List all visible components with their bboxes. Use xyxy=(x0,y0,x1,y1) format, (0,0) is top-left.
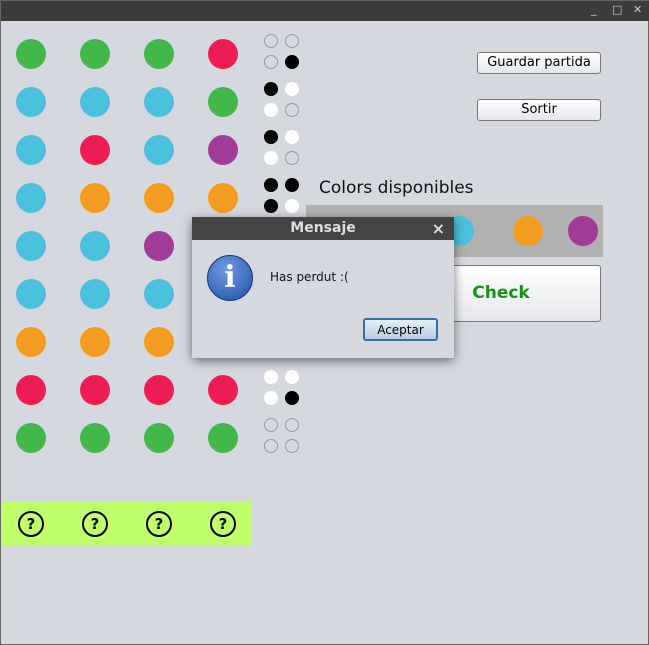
available-colors-title: Colors disponibles xyxy=(319,178,474,198)
guess-peg-cyan xyxy=(16,135,46,165)
guess-peg-cyan xyxy=(80,231,110,261)
feedback-peg-empty xyxy=(285,34,299,48)
guess-peg-green xyxy=(16,423,46,453)
guess-peg-orange xyxy=(80,327,110,357)
title-bar: _ □ ✕ xyxy=(1,1,649,21)
feedback-peg-black xyxy=(264,199,278,213)
guess-peg-orange xyxy=(144,327,174,357)
guess-peg-cyan xyxy=(16,183,46,213)
feedback-peg-empty xyxy=(285,151,299,165)
feedback-peg-empty xyxy=(264,55,278,69)
feedback-peg-empty xyxy=(285,418,299,432)
hidden-peg: ? xyxy=(146,511,172,537)
guess-peg-cyan xyxy=(144,279,174,309)
feedback-peg-white xyxy=(285,82,299,96)
guess-peg-cyan xyxy=(16,87,46,117)
dialog-title: Mensaje xyxy=(290,220,356,236)
guess-peg-orange xyxy=(144,183,174,213)
guess-peg-purple xyxy=(208,135,238,165)
info-icon: i xyxy=(207,255,253,301)
guess-peg-orange xyxy=(16,327,46,357)
close-window-button[interactable]: ✕ xyxy=(633,3,642,16)
dialog-close-button[interactable]: × xyxy=(432,217,445,240)
feedback-peg-black xyxy=(264,130,278,144)
guess-peg-green xyxy=(80,423,110,453)
guess-peg-red xyxy=(144,375,174,405)
hidden-peg: ? xyxy=(210,511,236,537)
guess-peg-green xyxy=(208,423,238,453)
feedback-peg-white xyxy=(264,370,278,384)
dialog-message: Has perdut :( xyxy=(270,270,349,284)
feedback-peg-black xyxy=(264,82,278,96)
feedback-peg-black xyxy=(285,178,299,192)
guess-peg-green xyxy=(144,39,174,69)
feedback-peg-white xyxy=(285,370,299,384)
guess-peg-cyan xyxy=(144,135,174,165)
guess-peg-green xyxy=(144,423,174,453)
guess-peg-cyan xyxy=(144,87,174,117)
guess-peg-cyan xyxy=(16,231,46,261)
secret-code-row: ? ? ? ? xyxy=(1,502,252,545)
guess-peg-red xyxy=(208,39,238,69)
guess-peg-cyan xyxy=(16,279,46,309)
guess-peg-orange xyxy=(80,183,110,213)
guess-peg-orange xyxy=(208,183,238,213)
maximize-button[interactable]: □ xyxy=(612,3,622,16)
exit-button[interactable]: Sortir xyxy=(477,99,601,121)
feedback-peg-empty xyxy=(264,418,278,432)
save-game-button[interactable]: Guardar partida xyxy=(477,52,601,74)
guess-peg-red xyxy=(80,375,110,405)
message-dialog: Mensaje × i Has perdut :( Aceptar xyxy=(192,217,454,358)
available-color-purple[interactable] xyxy=(568,216,598,246)
feedback-peg-white xyxy=(285,199,299,213)
feedback-peg-white xyxy=(264,151,278,165)
feedback-peg-white xyxy=(264,103,278,117)
guess-peg-cyan xyxy=(80,279,110,309)
accept-button[interactable]: Aceptar xyxy=(363,318,438,341)
feedback-peg-empty xyxy=(285,439,299,453)
feedback-peg-empty xyxy=(264,439,278,453)
available-color-orange[interactable] xyxy=(513,216,543,246)
guess-peg-cyan xyxy=(80,87,110,117)
guess-peg-green xyxy=(16,39,46,69)
guess-peg-green xyxy=(208,87,238,117)
hidden-peg: ? xyxy=(18,511,44,537)
guess-peg-purple xyxy=(144,231,174,261)
guess-peg-red xyxy=(16,375,46,405)
feedback-peg-black xyxy=(285,391,299,405)
guess-peg-green xyxy=(80,39,110,69)
hidden-peg: ? xyxy=(82,511,108,537)
feedback-peg-empty xyxy=(285,103,299,117)
guess-peg-red xyxy=(208,375,238,405)
feedback-peg-black xyxy=(285,55,299,69)
feedback-peg-empty xyxy=(264,34,278,48)
feedback-peg-black xyxy=(264,178,278,192)
feedback-peg-white xyxy=(264,391,278,405)
feedback-peg-white xyxy=(285,130,299,144)
minimize-button[interactable]: _ xyxy=(591,3,597,16)
guess-peg-red xyxy=(80,135,110,165)
